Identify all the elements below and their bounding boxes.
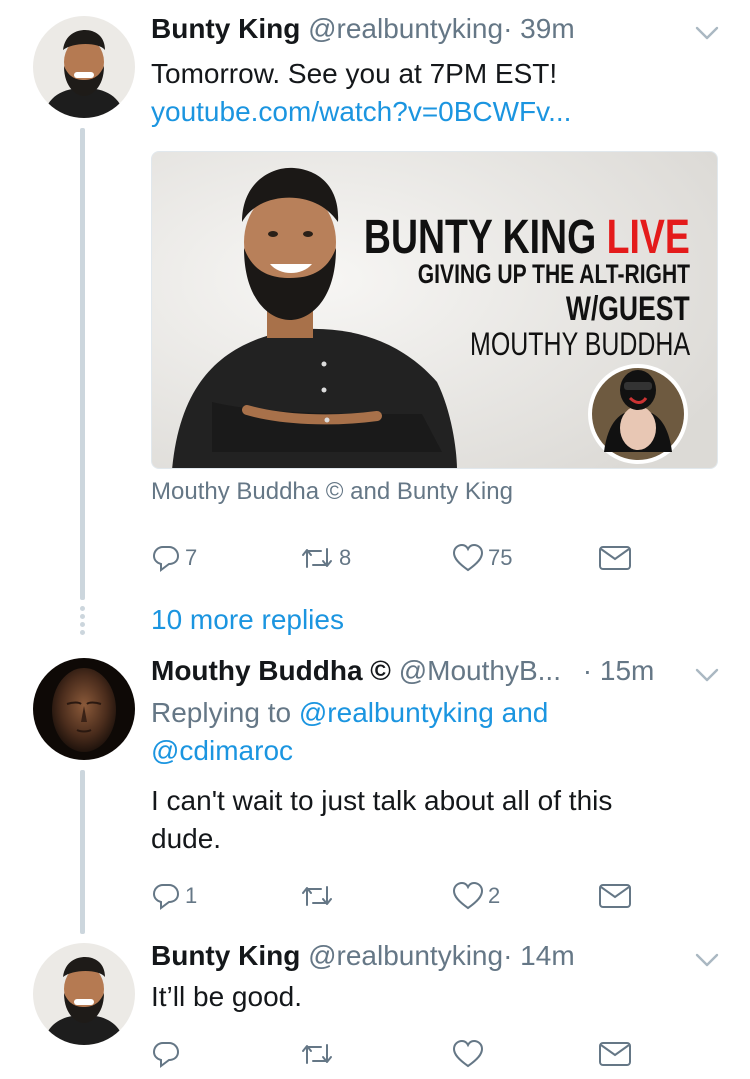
- direct-message-icon: [599, 884, 631, 908]
- reply-mention-link[interactable]: @realbuntyking: [299, 697, 494, 728]
- retweet-icon: [302, 548, 332, 568]
- avatar[interactable]: [33, 16, 135, 118]
- retweet-count: 8: [339, 545, 352, 570]
- more-replies-link[interactable]: 10 more replies: [151, 604, 344, 636]
- author-handle[interactable]: @realbuntyking: [308, 13, 503, 44]
- replying-to: Replying to @realbuntyking and @cdimaroc: [151, 694, 548, 770]
- tweet-header: Bunty King @realbuntyking· 39m: [151, 12, 575, 46]
- direct-message-button[interactable]: [598, 1037, 632, 1071]
- avatar[interactable]: [33, 943, 135, 1045]
- tweet-actions: [151, 1037, 651, 1071]
- card-guest-label: W/GUEST: [566, 290, 690, 328]
- chevron-down-icon[interactable]: [694, 24, 720, 42]
- reply-mention-link[interactable]: @cdimaroc: [151, 732, 548, 770]
- tweet-header: Bunty King @realbuntyking· 14m: [151, 939, 575, 973]
- timestamp[interactable]: · 14m: [503, 940, 575, 971]
- tweet-body: It’ll be good.: [151, 981, 302, 1012]
- reply-icon: [152, 546, 180, 572]
- like-button[interactable]: 2: [452, 879, 500, 913]
- reply-count: 7: [185, 545, 198, 570]
- timestamp[interactable]: · 39m: [503, 13, 575, 44]
- replying-label: Replying to: [151, 697, 292, 728]
- chevron-down-icon[interactable]: [694, 951, 720, 969]
- tweet-body: Tomorrow. See you at 7PM EST!: [151, 58, 558, 89]
- reply-button[interactable]: [151, 1037, 181, 1071]
- direct-message-icon: [599, 546, 631, 570]
- tweet-text: I can't wait to just talk about all of t…: [151, 782, 612, 858]
- reply-button[interactable]: 1: [151, 879, 197, 913]
- video-thumbnail[interactable]: BUNTY KING LIVE GIVING UP THE ALT-RIGHT …: [151, 151, 718, 469]
- tweet-link[interactable]: youtube.com/watch?v=0BCWFv...: [151, 93, 571, 131]
- tweet-text: Tomorrow. See you at 7PM EST! youtube.co…: [151, 55, 571, 131]
- like-icon: [452, 881, 484, 910]
- author-name[interactable]: Bunty King: [151, 13, 300, 44]
- author-handle[interactable]: @realbuntyking: [308, 940, 503, 971]
- reply-mention-and[interactable]: and: [502, 697, 549, 728]
- tweet-actions: 7 8 75: [151, 541, 651, 575]
- direct-message-button[interactable]: [598, 541, 632, 575]
- like-count: 2: [488, 883, 501, 908]
- reply-icon: [152, 1042, 180, 1068]
- card-guest-name: MOUTHY BUDDHA: [469, 326, 690, 362]
- like-icon: [452, 543, 484, 572]
- like-button[interactable]: 75: [452, 541, 512, 575]
- tweet-actions: 1 2: [151, 879, 651, 913]
- direct-message-button[interactable]: [598, 879, 632, 913]
- timestamp[interactable]: · 15m: [583, 655, 655, 686]
- thread-gap-dots: [80, 606, 85, 638]
- retweet-icon: [302, 886, 332, 906]
- tweet-header: Mouthy Buddha © @MouthyB... · 15m: [151, 654, 654, 688]
- like-icon: [452, 1039, 484, 1068]
- retweet-button[interactable]: 8: [299, 541, 351, 575]
- chevron-down-icon[interactable]: [694, 666, 720, 684]
- reply-button[interactable]: 7: [151, 541, 197, 575]
- retweet-icon: [302, 1044, 332, 1064]
- thread-line-middle: [80, 770, 85, 934]
- avatar[interactable]: [33, 658, 135, 760]
- tweet-body-line: I can't wait to just talk about all of t…: [151, 785, 613, 816]
- thread-line-top: [80, 128, 85, 600]
- author-handle[interactable]: @MouthyB...: [399, 655, 561, 686]
- like-button[interactable]: [452, 1037, 484, 1071]
- author-name[interactable]: Mouthy Buddha ©: [151, 655, 391, 686]
- direct-message-icon: [599, 1042, 631, 1066]
- retweet-button[interactable]: [299, 1037, 335, 1071]
- like-count: 75: [488, 545, 513, 570]
- media-caption: Mouthy Buddha © and Bunty King: [151, 478, 513, 505]
- card-subtitle: GIVING UP THE ALT-RIGHT: [417, 259, 690, 289]
- retweet-button[interactable]: [299, 879, 335, 913]
- author-name[interactable]: Bunty King: [151, 940, 300, 971]
- reply-count: 1: [185, 883, 198, 908]
- tweet-body-line: dude.: [151, 823, 222, 854]
- reply-icon: [152, 884, 180, 910]
- card-title: BUNTY KING LIVE: [364, 211, 690, 264]
- tweet-text: It’ll be good.: [151, 978, 302, 1016]
